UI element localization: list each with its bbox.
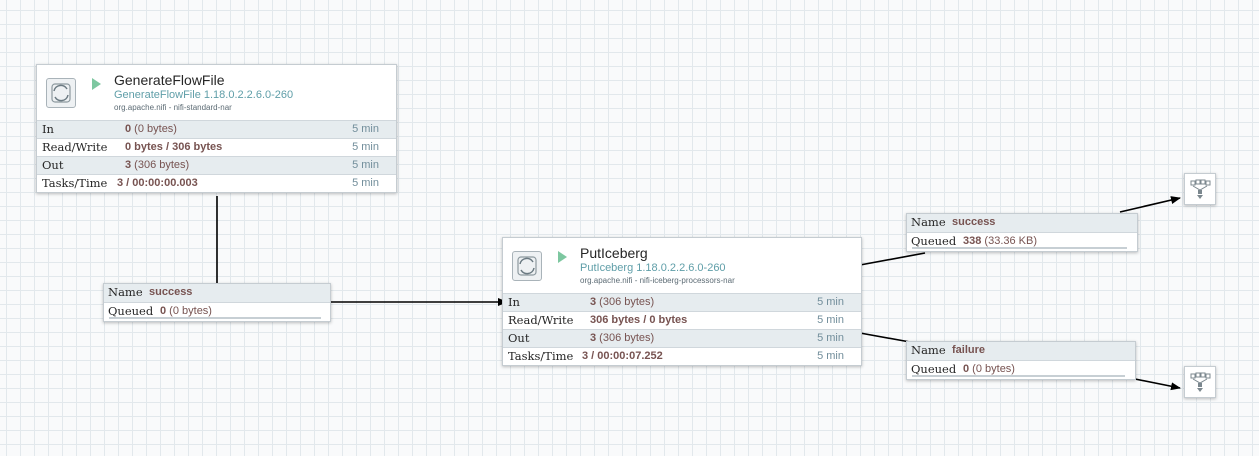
stat-row-readwrite: Read/Write 0 bytes / 306 bytes 5 min	[37, 138, 396, 156]
connection-name: success	[952, 216, 996, 228]
processor-type: PutIceberg 1.18.0.2.2.6.0-260	[580, 262, 726, 274]
funnel-failure[interactable]	[1184, 366, 1216, 398]
connection-name-row: Name success	[907, 214, 1137, 233]
stat-value: 0 (0 bytes)	[125, 123, 177, 135]
stat-value: 3 (306 bytes)	[125, 159, 190, 171]
stat-label: In	[42, 122, 54, 136]
funnel-icon	[1190, 372, 1211, 392]
connection-queued-row: Queued 0 (0 bytes)	[907, 361, 1135, 379]
stat-label: Tasks/Time	[508, 349, 574, 363]
stat-label: Read/Write	[508, 313, 574, 327]
flow-canvas[interactable]: GenerateFlowFile GenerateFlowFile 1.18.0…	[0, 0, 1259, 456]
connection-queued-value: 0 (0 bytes)	[963, 363, 1015, 375]
stat-time: 5 min	[817, 296, 844, 308]
processor-generateflowfile[interactable]: GenerateFlowFile GenerateFlowFile 1.18.0…	[36, 64, 397, 193]
connection-name-label: Name	[911, 215, 946, 229]
funnel-success[interactable]	[1184, 173, 1216, 205]
stat-row-readwrite: Read/Write 306 bytes / 0 bytes 5 min	[503, 311, 861, 329]
edge-puticeberg-success-1[interactable]	[859, 252, 926, 266]
connection-queued-value: 0 (0 bytes)	[160, 305, 212, 317]
stat-time: 5 min	[817, 350, 844, 362]
connection-success-1[interactable]: Name success Queued 0 (0 bytes)	[103, 283, 331, 322]
stat-value: 3 / 00:00:00.003	[117, 177, 198, 189]
stat-label: Out	[508, 331, 530, 345]
stat-row-in: In 0 (0 bytes) 5 min	[37, 120, 396, 138]
stat-value: 306 bytes / 0 bytes	[590, 314, 688, 326]
stat-label: Tasks/Time	[42, 176, 108, 190]
stat-time: 5 min	[352, 177, 379, 189]
stat-time: 5 min	[352, 159, 379, 171]
stat-time: 5 min	[352, 141, 379, 153]
connection-queued-label: Queued	[108, 304, 154, 318]
stat-value: 3 / 00:00:07.252	[582, 350, 663, 362]
stat-value: 3 (306 bytes)	[590, 296, 655, 308]
processor-name: GenerateFlowFile	[114, 72, 225, 88]
processor-bundle: org.apache.nifi - nifi-iceberg-processor…	[580, 276, 735, 285]
processor-name: PutIceberg	[580, 245, 648, 261]
queue-bar	[912, 375, 1125, 377]
connection-name: success	[149, 286, 193, 298]
processor-icon	[46, 78, 76, 108]
connection-name-label: Name	[108, 285, 143, 299]
stat-time: 5 min	[817, 314, 844, 326]
stat-row-tasks: Tasks/Time 3 / 00:00:00.003 5 min	[37, 174, 396, 192]
connection-name-row: Name failure	[907, 342, 1135, 361]
processor-puticeberg[interactable]: PutIceberg PutIceberg 1.18.0.2.2.6.0-260…	[502, 237, 862, 366]
connection-name: failure	[952, 344, 986, 356]
connection-failure[interactable]: Name failure Queued 0 (0 bytes)	[906, 341, 1136, 380]
connection-queued-row: Queued 338 (33.36 KB)	[907, 233, 1137, 251]
funnel-icon	[1190, 179, 1211, 199]
stat-value: 3 (306 bytes)	[590, 332, 655, 344]
stat-time: 5 min	[352, 123, 379, 135]
connection-queued-value: 338 (33.36 KB)	[963, 235, 1037, 247]
stat-label: Read/Write	[42, 140, 108, 154]
stat-row-out: Out 3 (306 bytes) 5 min	[37, 156, 396, 174]
connection-queued-label: Queued	[911, 362, 957, 376]
edge-puticeberg-failure-1[interactable]	[859, 332, 911, 343]
edge-puticeberg-success-2[interactable]	[1119, 196, 1181, 213]
stat-row-in: In 3 (306 bytes) 5 min	[503, 293, 861, 311]
processor-type: GenerateFlowFile 1.18.0.2.2.6.0-260	[114, 89, 294, 101]
stat-row-tasks: Tasks/Time 3 / 00:00:07.252 5 min	[503, 347, 861, 365]
stat-time: 5 min	[817, 332, 844, 344]
connection-queued-label: Queued	[911, 234, 957, 248]
connection-name-label: Name	[911, 343, 946, 357]
connection-success-2[interactable]: Name success Queued 338 (33.36 KB)	[906, 213, 1138, 252]
running-play-icon	[558, 251, 567, 263]
connection-name-row: Name success	[104, 284, 330, 303]
stat-row-out: Out 3 (306 bytes) 5 min	[503, 329, 861, 347]
queue-bar	[109, 317, 321, 319]
queue-bar	[912, 247, 1127, 249]
stat-label: Out	[42, 158, 64, 172]
processor-icon	[512, 251, 542, 281]
edge-puticeberg-failure-2[interactable]	[1129, 377, 1181, 391]
processor-bundle: org.apache.nifi - nifi-standard-nar	[114, 103, 232, 112]
running-play-icon	[92, 78, 101, 90]
connection-queued-row: Queued 0 (0 bytes)	[104, 303, 330, 321]
stat-value: 0 bytes / 306 bytes	[125, 141, 223, 153]
stat-label: In	[508, 295, 520, 309]
